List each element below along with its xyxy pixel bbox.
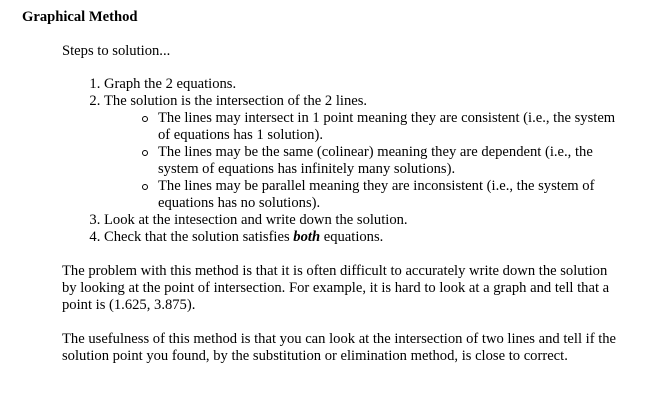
paragraph-usefulness: The usefulness of this method is that yo… xyxy=(62,331,617,364)
sub-item: The lines may intersect in 1 point meani… xyxy=(142,110,618,144)
sub-item: The lines may be the same (colinear) mea… xyxy=(142,144,618,178)
steps-list: Graph the 2 equations. The solution is t… xyxy=(62,76,622,246)
step-item: Look at the intesection and write down t… xyxy=(104,212,622,229)
step-item: The solution is the intersection of the … xyxy=(104,93,622,212)
step-text: The solution is the intersection of the … xyxy=(104,93,368,109)
step-text: Check that the solution satisfies xyxy=(104,229,290,245)
sub-list: The lines may intersect in 1 point meani… xyxy=(104,110,622,212)
sub-item: The lines may be parallel meaning they a… xyxy=(142,178,618,212)
paragraph-problem: The problem with this method is that it … xyxy=(62,263,610,313)
step-text: Look at the intesection and write down t… xyxy=(104,212,408,228)
step-text: Graph the 2 equations. xyxy=(104,76,237,92)
intro-text: Steps to solution... xyxy=(62,43,171,59)
step-item: Check that the solution satisfies both e… xyxy=(104,229,622,246)
emphasis-text: both xyxy=(293,229,321,245)
page-title: Graphical Method xyxy=(22,9,138,25)
step-item: Graph the 2 equations. xyxy=(104,76,622,93)
step-tail-text: equations. xyxy=(320,229,384,245)
main-content: Steps to solution... Graph the 2 equatio… xyxy=(62,43,622,365)
